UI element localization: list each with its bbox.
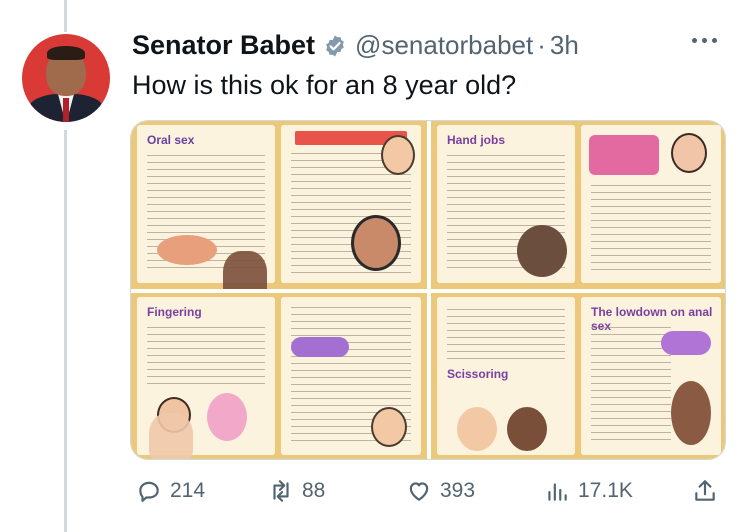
more-dot bbox=[712, 38, 717, 43]
reply-count: 214 bbox=[170, 479, 206, 502]
page-text-lines bbox=[447, 309, 565, 365]
media-image-4[interactable]: Scissoring The lowdown on anal sex bbox=[431, 293, 725, 459]
more-dot bbox=[692, 38, 697, 43]
more-options-icon[interactable] bbox=[692, 38, 717, 43]
avatar[interactable] bbox=[22, 34, 110, 122]
reply-icon bbox=[139, 481, 159, 502]
reply-button[interactable]: 214 bbox=[136, 478, 205, 504]
verified-badge-icon bbox=[326, 35, 344, 56]
illustration bbox=[157, 235, 217, 265]
illustration bbox=[671, 381, 711, 445]
soap-badge bbox=[291, 337, 349, 357]
illustration bbox=[351, 215, 401, 271]
illustration bbox=[457, 407, 497, 451]
illustration bbox=[381, 135, 415, 175]
handle[interactable]: @senatorbabet bbox=[355, 30, 533, 61]
hand-illustration bbox=[149, 413, 193, 459]
separator-dot: · bbox=[537, 30, 546, 60]
hand-illustration bbox=[223, 251, 267, 289]
soap-badge bbox=[661, 331, 711, 355]
like-button[interactable]: 393 bbox=[406, 478, 475, 504]
page-text-lines bbox=[147, 327, 265, 385]
views-button[interactable]: 17.1K bbox=[544, 478, 633, 504]
media-image-3[interactable]: Fingering bbox=[131, 293, 427, 459]
book-page: Hand jobs bbox=[437, 125, 575, 283]
illustration bbox=[517, 225, 567, 277]
tweet-header: Senator Babet @senatorbabet · 3h bbox=[132, 30, 579, 61]
book-page bbox=[581, 125, 721, 283]
more-dot bbox=[702, 38, 707, 43]
media-grid[interactable]: Oral sex Hand jobs Fingering Scissoring … bbox=[130, 120, 726, 460]
page-heading: Fingering bbox=[147, 305, 202, 319]
thread-line-top bbox=[64, 0, 67, 32]
speech-box bbox=[589, 135, 659, 175]
heart-icon bbox=[409, 482, 429, 501]
action-bar: 214 88 393 17.1K bbox=[0, 474, 749, 514]
media-image-1[interactable]: Oral sex bbox=[131, 121, 427, 289]
page-heading: Hand jobs bbox=[447, 133, 506, 147]
book-page: Scissoring bbox=[437, 297, 575, 455]
views-icon bbox=[548, 483, 567, 501]
book-page bbox=[281, 297, 421, 455]
like-count: 393 bbox=[440, 479, 476, 502]
page-heading: Scissoring bbox=[447, 367, 509, 381]
timestamp[interactable]: 3h bbox=[550, 30, 579, 61]
tweet-text: How is this ok for an 8 year old? bbox=[132, 70, 517, 100]
avatar-hair bbox=[47, 46, 85, 60]
page-heading: Oral sex bbox=[147, 133, 195, 147]
illustration bbox=[507, 407, 547, 451]
view-count: 17.1K bbox=[578, 479, 633, 502]
page-text-lines bbox=[591, 327, 671, 445]
display-name[interactable]: Senator Babet bbox=[132, 30, 315, 61]
page-text-lines bbox=[591, 185, 711, 273]
repost-button[interactable]: 88 bbox=[268, 478, 325, 504]
book-page bbox=[281, 125, 421, 283]
illustration bbox=[371, 407, 407, 447]
avatar-tie bbox=[63, 98, 69, 122]
thread-line bbox=[64, 130, 67, 532]
illustration bbox=[671, 133, 707, 173]
repost-count: 88 bbox=[302, 479, 326, 502]
repost-icon bbox=[273, 480, 289, 502]
share-button[interactable] bbox=[692, 478, 718, 504]
illustration bbox=[207, 393, 247, 441]
share-icon bbox=[695, 480, 715, 501]
book-page: The lowdown on anal sex bbox=[581, 297, 721, 455]
media-image-2[interactable]: Hand jobs bbox=[431, 121, 725, 289]
